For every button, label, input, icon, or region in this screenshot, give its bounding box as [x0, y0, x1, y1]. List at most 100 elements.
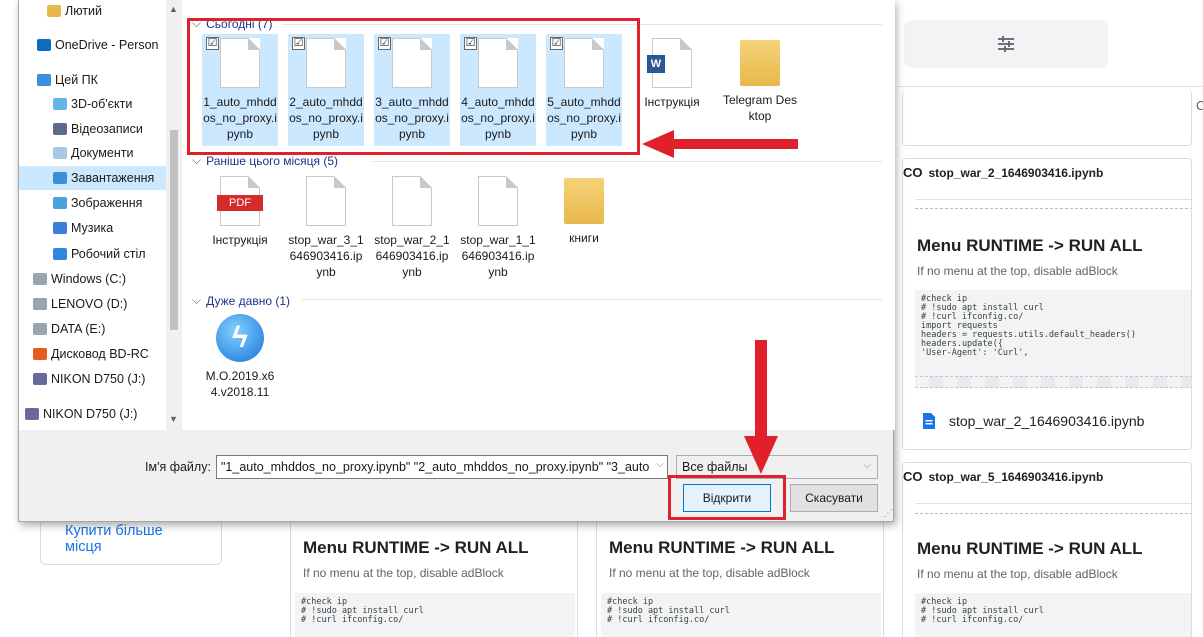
code-snippet: #check ip # !sudo apt install curl # !cu… — [601, 593, 881, 637]
card-title: CO stop_war_5_1646903416.ipynb — [903, 469, 1104, 484]
nav-item-label: Завантаження — [71, 171, 155, 185]
nav-item[interactable]: Зображення — [19, 191, 166, 215]
annotation-arrow-down — [744, 340, 778, 474]
nav-item-label: Windows (C:) — [51, 272, 127, 286]
scroll-thumb[interactable] — [170, 130, 178, 330]
tune-icon — [998, 36, 1014, 52]
nav-item[interactable]: NIKON D750 (J:) — [19, 402, 166, 426]
nav-item[interactable]: Завантаження — [19, 166, 166, 190]
scroll-down-arrow[interactable]: ▼ — [169, 414, 178, 424]
nav-item[interactable]: LENOVO (D:) — [19, 292, 166, 316]
music-icon — [53, 222, 67, 234]
card-title: CO stop_war_2_1646903416.ipynb — [903, 165, 1104, 180]
pdf-icon: PDF — [217, 176, 263, 226]
documents-icon — [53, 147, 67, 159]
chevron-down-icon[interactable]: ⌵ — [656, 459, 664, 470]
scroll-up-arrow[interactable]: ▲ — [169, 4, 178, 14]
nav-item[interactable]: NIKON D750 (J:) — [19, 367, 166, 391]
card-top-stub — [902, 90, 1192, 146]
resize-grip-icon[interactable]: ⋰ — [883, 508, 893, 519]
drive-icon — [33, 273, 47, 285]
nav-item[interactable]: 3D-об'єкти — [19, 92, 166, 116]
nav-item-label: Цей ПК — [55, 73, 98, 87]
group-header-long-ago[interactable]: ⌵ Дуже давно (1) — [192, 293, 290, 308]
pictures-icon — [53, 197, 67, 209]
folder-icon — [740, 40, 780, 86]
nav-item-label: DATA (E:) — [51, 322, 106, 336]
file-icon — [478, 176, 518, 226]
app-icon: ϟ — [216, 314, 264, 362]
file-item[interactable]: stop_war_3_1646903416.ipynb — [288, 172, 364, 279]
file-link[interactable]: stop_war_2_1646903416.ipynb — [923, 413, 1144, 429]
file-card[interactable]: Menu RUNTIME -> RUN ALL If no menu at th… — [290, 515, 578, 637]
computer-icon — [37, 74, 51, 86]
file-item[interactable]: PDF Інструкція — [202, 172, 278, 278]
colab-icon: CO — [903, 165, 923, 180]
nav-item-label: Лютий — [65, 4, 102, 18]
buy-storage-button[interactable]: Купити більше місця — [40, 515, 222, 565]
cancel-button[interactable]: Скасувати — [790, 484, 878, 512]
runtime-subtitle: If no menu at the top, disable adBlock — [917, 567, 1118, 581]
nav-item[interactable]: Дисковод BD-RC — [19, 342, 166, 366]
sd-card-icon — [33, 373, 47, 385]
cloud-icon — [37, 39, 51, 51]
filename-input[interactable]: "1_auto_mhddos_no_proxy.ipynb" "2_auto_m… — [216, 455, 668, 479]
nav-scrollbar[interactable]: ▲ ▼ — [166, 0, 182, 430]
file-item[interactable]: stop_war_2_1646903416.ipynb — [374, 172, 450, 279]
nav-item-label: LENOVO (D:) — [51, 297, 128, 311]
file-name: stop_war_1_1646903416.ipynb — [460, 233, 536, 279]
nav-item-label: Документи — [71, 146, 134, 160]
nav-item[interactable]: Музика — [19, 216, 166, 240]
nav-item-label: Зображення — [71, 196, 143, 210]
sd-card-icon — [25, 408, 39, 420]
nav-item-label: Музика — [71, 221, 114, 235]
nav-item-label: NIKON D750 (J:) — [51, 372, 146, 386]
filename-label: Ім'я файлу: — [145, 460, 211, 474]
code-snippet: #check ip # !sudo apt install curl # !cu… — [915, 593, 1191, 637]
desktop-icon — [53, 248, 67, 260]
runtime-title: Menu RUNTIME -> RUN ALL — [303, 538, 529, 557]
3d-objects-icon — [53, 98, 67, 110]
group-header-this-month[interactable]: ⌵ Раніше цього місяця (5) — [192, 153, 338, 168]
filter-button[interactable] — [904, 20, 1108, 68]
folder-icon — [564, 178, 604, 224]
file-item[interactable]: stop_war_1_1646903416.ipynb — [460, 172, 536, 279]
document-icon — [923, 413, 935, 429]
nav-item[interactable]: Відеозаписи — [19, 117, 166, 141]
file-card[interactable]: CO stop_war_2_1646903416.ipynb Menu RUNT… — [902, 158, 1192, 450]
nav-item[interactable]: DATA (E:) — [19, 317, 166, 341]
annotation-selection-box — [187, 18, 640, 155]
nav-item[interactable]: Документи — [19, 141, 166, 165]
videos-icon — [53, 123, 67, 135]
drive-icon — [33, 298, 47, 310]
partial-char: C — [1196, 98, 1203, 113]
file-card[interactable]: CO stop_war_5_1646903416.ipynb Menu RUNT… — [902, 462, 1192, 637]
file-icon — [306, 176, 346, 226]
navigation-pane[interactable]: Лютий OneDrive - Person Цей ПК 3D-об'єкти Ві… — [19, 0, 182, 430]
nav-item[interactable]: Windows (C:) — [19, 267, 166, 291]
downloads-icon — [53, 172, 67, 184]
file-item[interactable]: книги — [546, 172, 622, 278]
nav-item[interactable]: OneDrive - Person — [19, 33, 166, 57]
file-item[interactable]: ϟ M.O.2019.x64.v2018.11 — [202, 310, 278, 420]
file-name: Інструкція — [644, 95, 700, 109]
nav-item[interactable]: Лютий — [19, 0, 166, 23]
annotation-open-button-box — [668, 475, 786, 520]
nav-item-label: NIKON D750 (J:) — [43, 407, 138, 421]
file-name: книги — [569, 231, 599, 245]
file-name: Інструкція — [212, 233, 268, 247]
file-card[interactable]: Menu RUNTIME -> RUN ALL If no menu at th… — [596, 515, 884, 637]
file-name: M.O.2019.x64.v2018.11 — [205, 369, 275, 399]
file-name: stop_war_2_1646903416.ipynb — [374, 233, 450, 279]
folder-icon — [47, 5, 61, 17]
runtime-subtitle: If no menu at the top, disable adBlock — [303, 566, 504, 580]
nav-item-label: OneDrive - Person — [55, 38, 159, 52]
nav-item-label: Дисковод BD-RC — [51, 347, 149, 361]
nav-item-label: Відеозаписи — [71, 122, 143, 136]
chevron-down-icon: ⌵ — [863, 460, 871, 471]
nav-item-label: 3D-об'єкти — [71, 97, 133, 111]
annotation-arrow-left — [642, 130, 798, 158]
nav-item[interactable]: Робочий стіл — [19, 242, 166, 266]
runtime-subtitle: If no menu at the top, disable adBlock — [609, 566, 810, 580]
nav-item[interactable]: Цей ПК — [19, 68, 166, 92]
